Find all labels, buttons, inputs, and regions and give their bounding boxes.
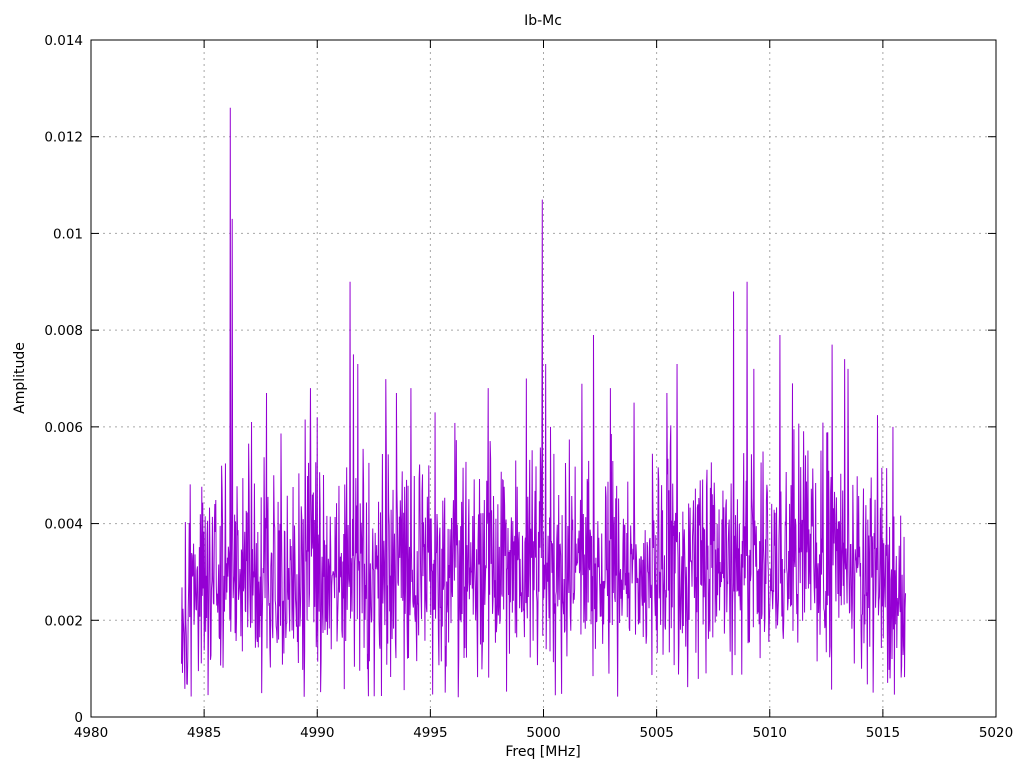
grid-lines — [91, 40, 996, 717]
y-axis-label: Amplitude — [12, 342, 28, 414]
x-tick-label: 5010 — [753, 725, 787, 741]
x-axis-label: Freq [MHz] — [505, 744, 580, 760]
y-tick-label: 0.006 — [44, 420, 83, 436]
axis-ticks — [90, 39, 997, 718]
y-tick-label: 0 — [74, 710, 83, 726]
x-tick-label: 4980 — [74, 725, 108, 741]
y-tick-label: 0.004 — [44, 517, 83, 533]
x-tick-label: 5000 — [526, 725, 560, 741]
x-tick-label: 4990 — [300, 725, 334, 741]
spectrum-chart: 4980 4985 4990 4995 5000 5005 5010 5015 5020 0 0.0… — [12, 13, 1013, 760]
chart-title: Ib-Mc — [524, 13, 562, 29]
x-tick-label: 4985 — [187, 725, 221, 741]
x-tick-label: 5015 — [866, 725, 900, 741]
x-tick-label: 4995 — [413, 725, 447, 741]
x-tick-label: 5005 — [639, 725, 673, 741]
y-tick-label: 0.014 — [44, 33, 83, 49]
y-tick-label: 0.008 — [44, 323, 83, 339]
y-tick-label: 0.012 — [44, 130, 83, 146]
x-tick-label: 5020 — [979, 725, 1013, 741]
y-tick-label: 0.01 — [53, 226, 83, 242]
y-tick-label: 0.002 — [44, 613, 83, 629]
chart-figure: 4980 4985 4990 4995 5000 5005 5010 5015 5020 0 0.0… — [0, 0, 1024, 768]
plot-frame — [90, 39, 997, 718]
